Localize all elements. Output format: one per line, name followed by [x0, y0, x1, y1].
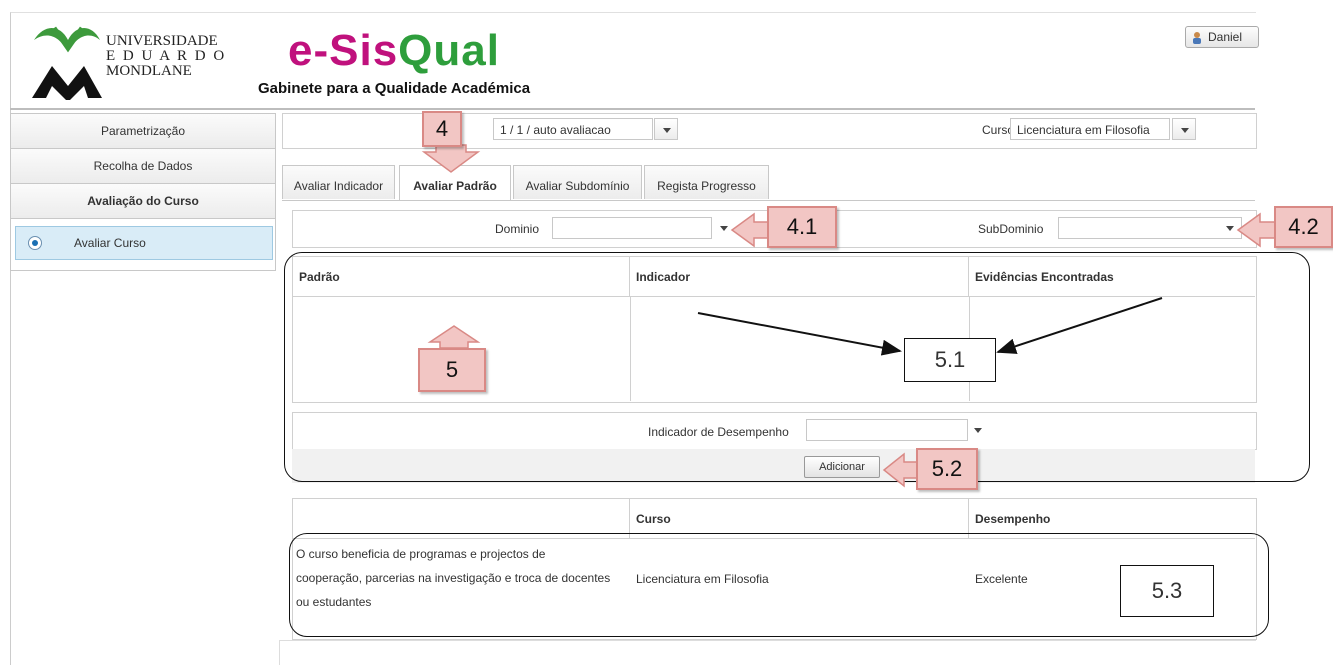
- callout-4: 4: [422, 111, 462, 147]
- callout-5-2: 5.2: [916, 448, 978, 490]
- callout-5-3: 5.3: [1120, 565, 1214, 617]
- callout-4-2: 4.2: [1274, 206, 1333, 248]
- callout-5: 5: [418, 348, 486, 392]
- callout-4-1: 4.1: [767, 206, 837, 248]
- callout-5-1: 5.1: [904, 338, 996, 382]
